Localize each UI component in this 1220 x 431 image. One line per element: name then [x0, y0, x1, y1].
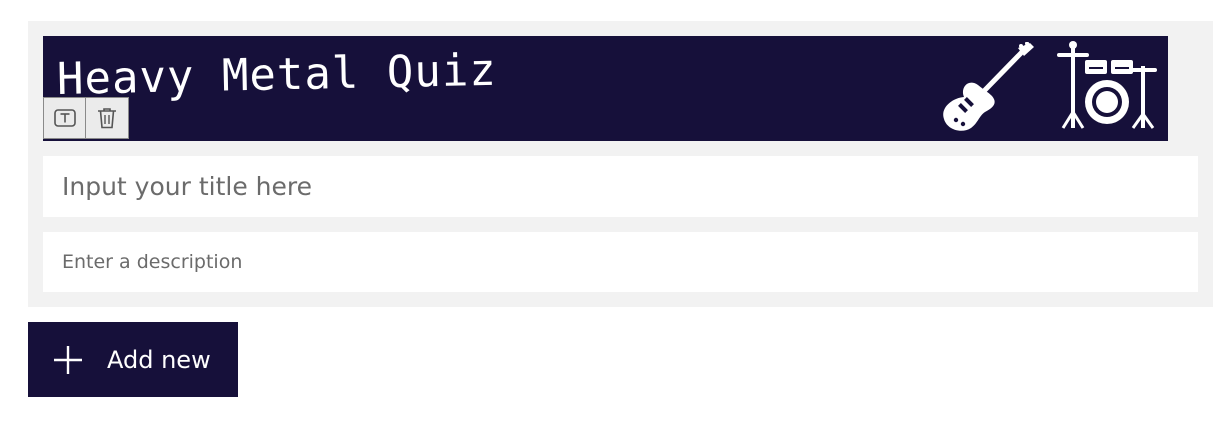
add-new-button[interactable]: Add new	[28, 322, 238, 397]
drum-kit-icon	[1057, 41, 1157, 129]
form-description-input[interactable]	[43, 232, 1198, 292]
guitar-icon	[943, 42, 1034, 131]
theme-banner-image[interactable]: Heavy Metal Quiz	[43, 36, 1168, 141]
plus-icon	[54, 345, 82, 374]
form-header-card: Heavy Metal Quiz	[28, 21, 1213, 307]
banner-title: Heavy Metal Quiz	[56, 44, 498, 105]
add-new-label: Add new	[107, 345, 211, 374]
image-toolbar	[43, 97, 129, 139]
trash-icon	[98, 108, 116, 129]
form-title-input[interactable]	[43, 156, 1198, 217]
edit-text-button[interactable]	[44, 98, 87, 138]
text-icon	[53, 109, 76, 127]
delete-image-button[interactable]	[86, 98, 128, 138]
